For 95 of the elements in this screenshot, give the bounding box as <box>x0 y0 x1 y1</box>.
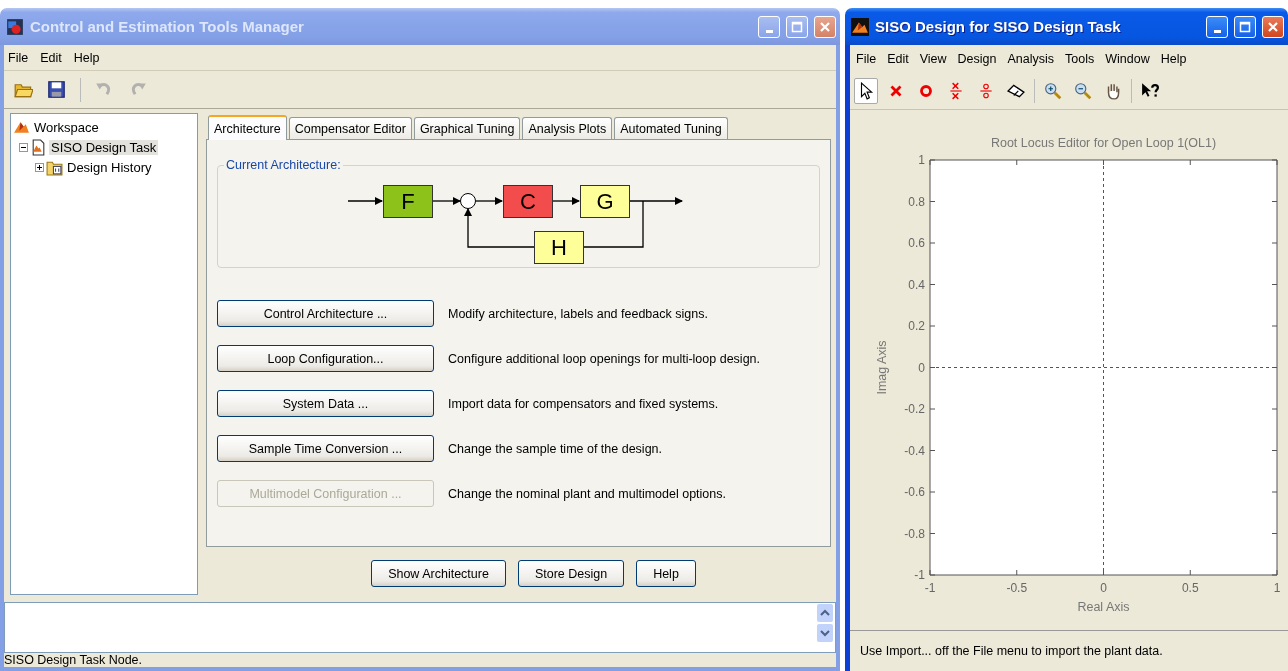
tick-label: 0.2 <box>908 319 925 333</box>
action-button[interactable]: Loop Configuration... <box>217 345 434 372</box>
window-title: Control and Estimation Tools Manager <box>30 18 305 35</box>
block: C <box>503 185 553 218</box>
message-box[interactable] <box>4 602 836 653</box>
maximize-icon <box>1239 20 1251 33</box>
menu-item[interactable]: File <box>856 51 877 66</box>
status-text: SISO Design Task Node. <box>4 653 143 667</box>
tick-label: 1 <box>918 153 925 167</box>
minimize-icon <box>1213 29 1221 33</box>
signal-arrow <box>628 197 683 205</box>
tab[interactable]: Architecture <box>208 115 287 140</box>
maximize-icon <box>791 20 803 33</box>
signal-arrow <box>551 197 580 205</box>
axis-label: Imag Axis <box>875 340 889 395</box>
block: G <box>580 185 630 218</box>
menu-item[interactable]: Analysis <box>1007 51 1055 66</box>
help-pointer-icon <box>1141 81 1159 100</box>
tab[interactable]: Automated Tuning <box>614 117 728 139</box>
maximize-button[interactable] <box>786 15 808 38</box>
menu-item[interactable]: Edit <box>40 50 62 65</box>
tab[interactable]: Analysis Plots <box>522 117 613 139</box>
action-button[interactable]: Sample Time Conversion ... <box>217 435 434 462</box>
status-text: Use Import... off the File menu to import the plant data. <box>860 644 1163 658</box>
minimize-button[interactable] <box>758 15 780 38</box>
action-description: Configure additional loop openings for multi-loop design. <box>448 351 760 366</box>
block: F <box>383 185 433 218</box>
dialog-button[interactable]: Show Architecture <box>371 560 506 587</box>
tab[interactable]: Compensator Editor <box>288 117 412 139</box>
collapse-icon[interactable] <box>19 142 28 152</box>
window-title: SISO Design for SISO Design Task <box>875 18 1122 35</box>
tick-label: -0.5 <box>1006 581 1028 595</box>
tree-item[interactable]: Workspace <box>32 119 101 135</box>
tool-button[interactable] <box>47 80 66 99</box>
tick-label: -0.8 <box>904 526 925 541</box>
circle-pair-icon <box>977 81 995 100</box>
action-description: Change the nominal plant and multimodel options. <box>448 486 726 501</box>
signal-arrow <box>432 197 461 205</box>
menu-item[interactable]: Help <box>1160 51 1187 66</box>
summing-junction <box>460 193 476 209</box>
close-button[interactable] <box>814 15 836 38</box>
chart-title: Root Locus Editor for Open Loop 1(OL1) <box>990 136 1217 150</box>
cross-pair-icon <box>947 81 965 100</box>
dialog-button[interactable]: Store Design <box>517 560 625 587</box>
minimize-button[interactable] <box>1206 15 1228 38</box>
scroll-down-button[interactable] <box>817 624 833 642</box>
document-icon <box>30 138 47 156</box>
axis-label: Real Axis <box>1077 600 1130 614</box>
close-icon <box>1267 20 1279 33</box>
peak-icon <box>851 17 869 36</box>
tool-button[interactable] <box>854 77 878 104</box>
menu-item[interactable]: Help <box>73 50 100 65</box>
action-description: Modify architecture, labels and feedback signs. <box>448 306 708 321</box>
tick-label: 0.5 <box>1181 581 1199 595</box>
maximize-button[interactable] <box>1234 15 1256 38</box>
action-button[interactable]: System Data ... <box>217 390 434 417</box>
action-description: Change the sample time of the design. <box>448 441 663 456</box>
tick-label: 0.8 <box>908 194 925 209</box>
menu-item[interactable]: Window <box>1105 51 1150 66</box>
tick-label: 0.6 <box>908 236 925 250</box>
expand-icon[interactable] <box>35 162 44 172</box>
app-icon <box>6 17 24 36</box>
close-button[interactable] <box>1262 15 1284 38</box>
menu-item[interactable]: File <box>8 50 29 65</box>
menu-item[interactable]: Edit <box>887 51 909 66</box>
signal-arrow <box>347 197 383 205</box>
tree-item[interactable]: SISO Design Task <box>49 139 159 155</box>
zoom-in-icon <box>1044 81 1062 100</box>
tick-label: 0 <box>918 360 925 375</box>
tick-label: -0.4 <box>904 443 925 458</box>
menu-item[interactable]: View <box>919 51 947 66</box>
chevron-up-icon <box>820 608 830 618</box>
group-label: Current Architecture: <box>225 158 342 172</box>
tick-label: 1 <box>1273 581 1281 595</box>
scroll-up-button[interactable] <box>817 604 833 622</box>
tick-label: 0 <box>1100 581 1107 595</box>
action-button[interactable]: Control Architecture ... <box>217 300 434 327</box>
menu-item[interactable]: Design <box>957 51 997 66</box>
tick-label: -0.6 <box>904 485 925 499</box>
close-icon <box>819 20 831 33</box>
zoom-out-icon <box>1074 81 1092 100</box>
block: H <box>534 231 584 264</box>
chevron-down-icon <box>820 628 830 638</box>
tree-item[interactable]: Design History <box>65 159 154 175</box>
action-description: Import data for compensators and fixed systems. <box>448 396 719 411</box>
minimize-icon <box>765 29 773 33</box>
tick-label: -1 <box>914 568 925 582</box>
dialog-button[interactable]: Help <box>636 560 696 587</box>
signal-arrow <box>475 197 503 205</box>
tick-label: -0.2 <box>904 402 925 416</box>
tick-label: 0.4 <box>908 277 925 292</box>
menu-item[interactable]: Tools <box>1065 51 1095 66</box>
signal-arrow <box>464 208 535 248</box>
tab[interactable]: Graphical Tuning <box>413 117 521 139</box>
tick-label: -1 <box>924 581 936 595</box>
